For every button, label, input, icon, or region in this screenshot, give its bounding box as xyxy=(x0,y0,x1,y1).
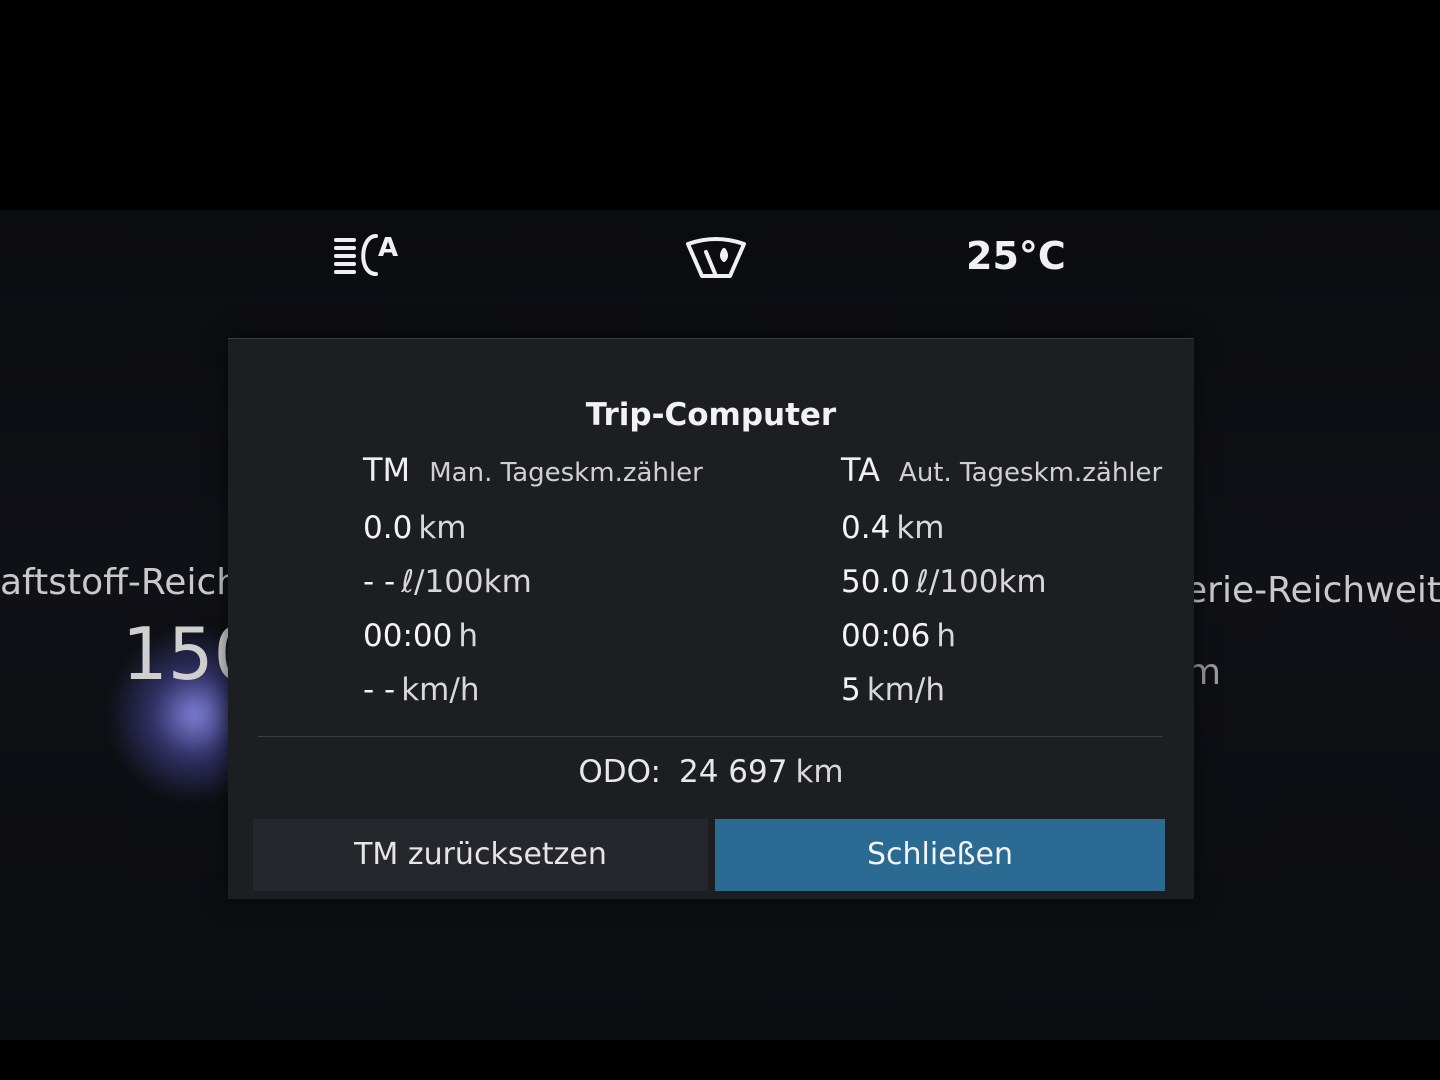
auto-high-beam-icon: A xyxy=(334,230,404,284)
tm-speed-row: - - km/h xyxy=(363,663,703,717)
tm-distance-row: 0.0 km xyxy=(363,501,703,555)
tm-distance-unit: km xyxy=(418,510,467,546)
ta-time-row: 00:06 h xyxy=(841,609,1162,663)
tm-consumption-row: - - ℓ/100km xyxy=(363,555,703,609)
close-button[interactable]: Schließen xyxy=(715,819,1165,891)
ta-speed-row: 5 km/h xyxy=(841,663,1162,717)
ta-column: TA Aut. Tageskm.zähler 0.4 km 50.0 ℓ/100km… xyxy=(841,451,1162,717)
ta-time-value: 00:06 xyxy=(841,618,931,654)
ta-speed-unit: km/h xyxy=(866,672,945,708)
odo-unit: km xyxy=(795,754,844,790)
tm-speed-unit: km/h xyxy=(401,672,480,708)
rain-sensor-wiper-icon xyxy=(684,232,748,286)
tm-consumption-value: - - xyxy=(363,564,396,600)
svg-text:A: A xyxy=(378,233,398,263)
tm-reset-button[interactable]: TM zurücksetzen xyxy=(253,819,708,891)
tm-consumption-unit: ℓ/100km xyxy=(401,564,532,600)
ta-distance-row: 0.4 km xyxy=(841,501,1162,555)
odo-value: 24 697 xyxy=(678,754,788,790)
odo-label: ODO: xyxy=(578,754,661,790)
tm-distance-value: 0.0 xyxy=(363,510,413,546)
outside-temperature: 25°C xyxy=(966,234,1066,278)
ta-consumption-unit: ℓ/100km xyxy=(916,564,1047,600)
ta-distance-unit: km xyxy=(896,510,945,546)
dialog-title: Trip-Computer xyxy=(585,397,837,433)
battery-range-label: erie-Reichweite xyxy=(1185,570,1440,611)
ta-consumption-value: 50.0 xyxy=(841,564,911,600)
ta-distance-value: 0.4 xyxy=(841,510,891,546)
divider xyxy=(258,736,1163,737)
tm-column: TM Man. Tageskm.zähler 0.0 km - - ℓ/100km … xyxy=(363,451,703,717)
tm-time-value: 00:00 xyxy=(363,618,453,654)
trip-computer-dialog: Trip-Computer TM Man. Tageskm.zähler 0.0… xyxy=(228,338,1194,899)
tm-speed-value: - - xyxy=(363,672,396,708)
ta-time-unit: h xyxy=(936,618,956,654)
odometer: ODO: 24 697 km xyxy=(228,754,1194,790)
tm-time-unit: h xyxy=(458,618,478,654)
ta-speed-value: 5 xyxy=(841,672,861,708)
tm-header: TM Man. Tageskm.zähler xyxy=(363,451,703,501)
tm-code: TM xyxy=(363,451,411,489)
tm-time-row: 00:00 h xyxy=(363,609,703,663)
ta-code: TA xyxy=(841,451,880,489)
ta-header: TA Aut. Tageskm.zähler xyxy=(841,451,1162,501)
tm-label: Man. Tageskm.zähler xyxy=(429,458,703,488)
ta-label: Aut. Tageskm.zähler xyxy=(899,458,1163,488)
ta-consumption-row: 50.0 ℓ/100km xyxy=(841,555,1162,609)
